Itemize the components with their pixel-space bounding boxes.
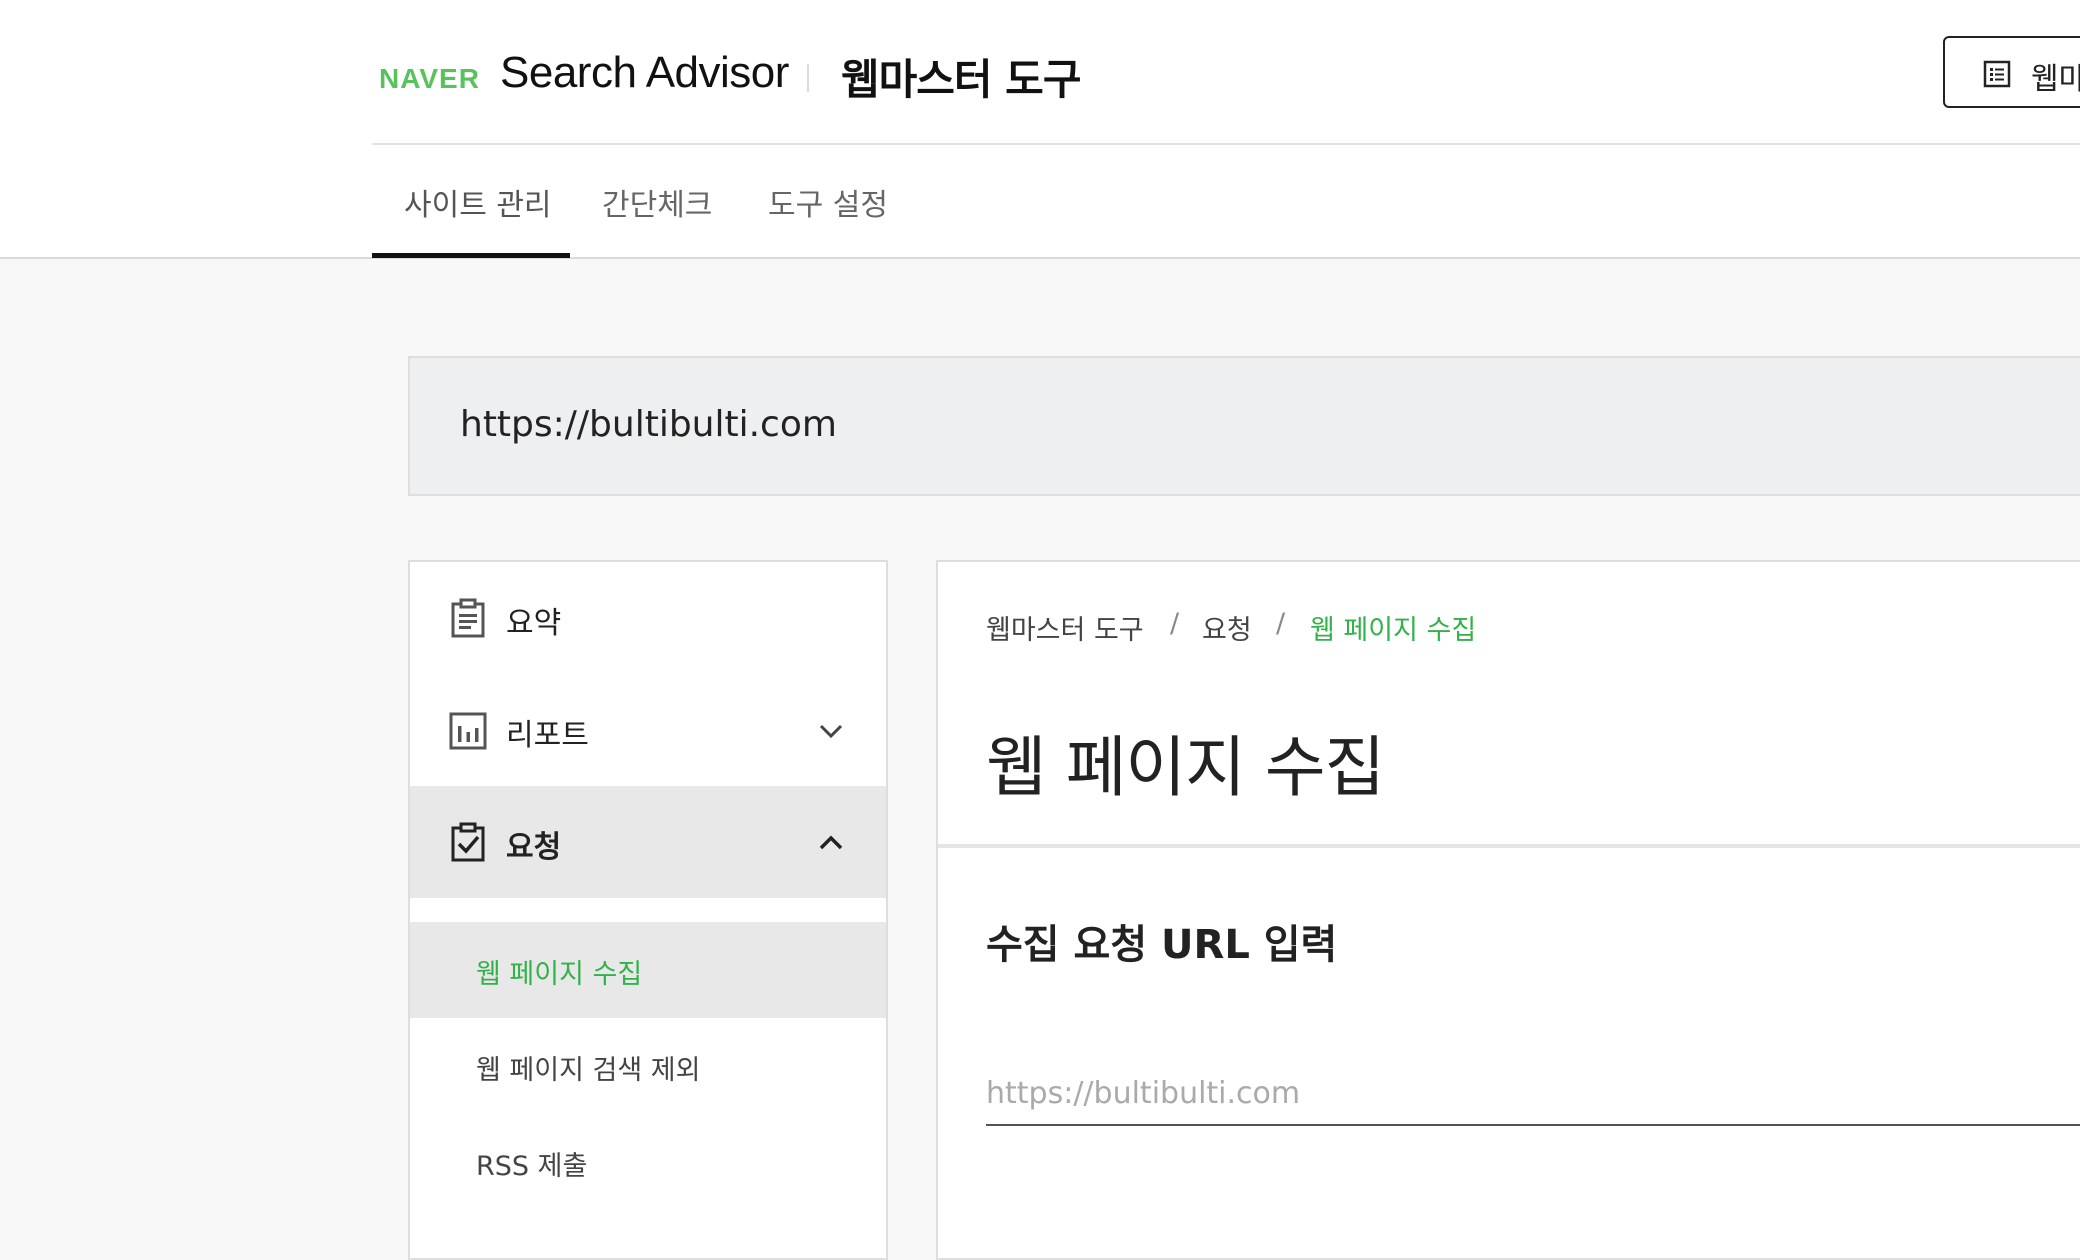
webmaster-tools-title[interactable]: 웹마스터 도구 [841, 46, 1081, 107]
top-header: NAVER Search Advisor 웹마스터 도구 웹마 사이트 관리 간… [0, 0, 2080, 259]
breadcrumb-separator: / [1170, 608, 1180, 639]
title-divider [938, 844, 2080, 848]
tab-site-management[interactable]: 사이트 관리 [404, 180, 552, 224]
sidebar-item-request[interactable]: 요청 [410, 786, 886, 898]
sidebar-subitem-exclude-search[interactable]: 웹 페이지 검색 제외 [410, 1018, 886, 1114]
breadcrumb-current: 웹 페이지 수집 [1310, 615, 1477, 646]
sidebar: 요약 리포트 요청 웹 페이지 수집 웹 페이지 검색 제외 RSS 제출 [408, 560, 888, 1260]
clipboard-check-icon [451, 822, 485, 862]
product-title[interactable]: Search Advisor [500, 48, 789, 98]
chevron-down-icon[interactable] [816, 716, 846, 746]
page-title: 웹 페이지 수집 [986, 729, 1385, 806]
tab-tool-settings[interactable]: 도구 설정 [768, 180, 888, 224]
list-icon [1983, 60, 2011, 88]
sidebar-item-summary[interactable]: 요약 [410, 562, 886, 674]
sidebar-item-label: 리포트 [506, 718, 589, 753]
sidebar-subitem-label: 웹 페이지 검색 제외 [476, 1055, 701, 1086]
chevron-up-icon[interactable] [816, 828, 846, 858]
site-selector[interactable]: https://bultibulti.com [408, 356, 2080, 496]
active-tab-indicator [372, 253, 570, 258]
sidebar-item-label: 요청 [506, 830, 562, 865]
breadcrumb-separator: / [1276, 608, 1286, 639]
naver-logo[interactable]: NAVER [379, 63, 480, 95]
sidebar-subitem-rss-submit[interactable]: RSS 제출 [410, 1114, 886, 1210]
sidebar-item-report[interactable]: 리포트 [410, 674, 886, 786]
sidebar-subitem-crawl-request[interactable]: 웹 페이지 수집 [410, 922, 886, 1018]
bar-chart-icon [449, 712, 487, 750]
sidebar-subitem-label: RSS 제출 [476, 1151, 588, 1182]
webmaster-guide-label: 웹마 [2031, 62, 2080, 97]
crawl-url-input[interactable] [986, 1062, 2080, 1126]
breadcrumb-item[interactable]: 웹마스터 도구 [986, 608, 1144, 647]
section-title: 수집 요청 URL 입력 [986, 922, 1338, 968]
title-divider [807, 64, 809, 92]
webmaster-guide-button[interactable]: 웹마 [1943, 36, 2080, 108]
main-panel: 웹마스터 도구 / 요청 / 웹 페이지 수집 웹 페이지 수집 수집 요청 U… [936, 560, 2080, 1260]
breadcrumb-item[interactable]: 요청 [1202, 608, 1252, 647]
site-url: https://bultibulti.com [460, 404, 837, 445]
header-divider [372, 143, 2080, 145]
clipboard-icon [451, 598, 485, 638]
sidebar-subitem-label: 웹 페이지 수집 [476, 959, 643, 990]
sidebar-item-label: 요약 [506, 606, 562, 641]
tab-quick-check[interactable]: 간단체크 [602, 180, 712, 224]
